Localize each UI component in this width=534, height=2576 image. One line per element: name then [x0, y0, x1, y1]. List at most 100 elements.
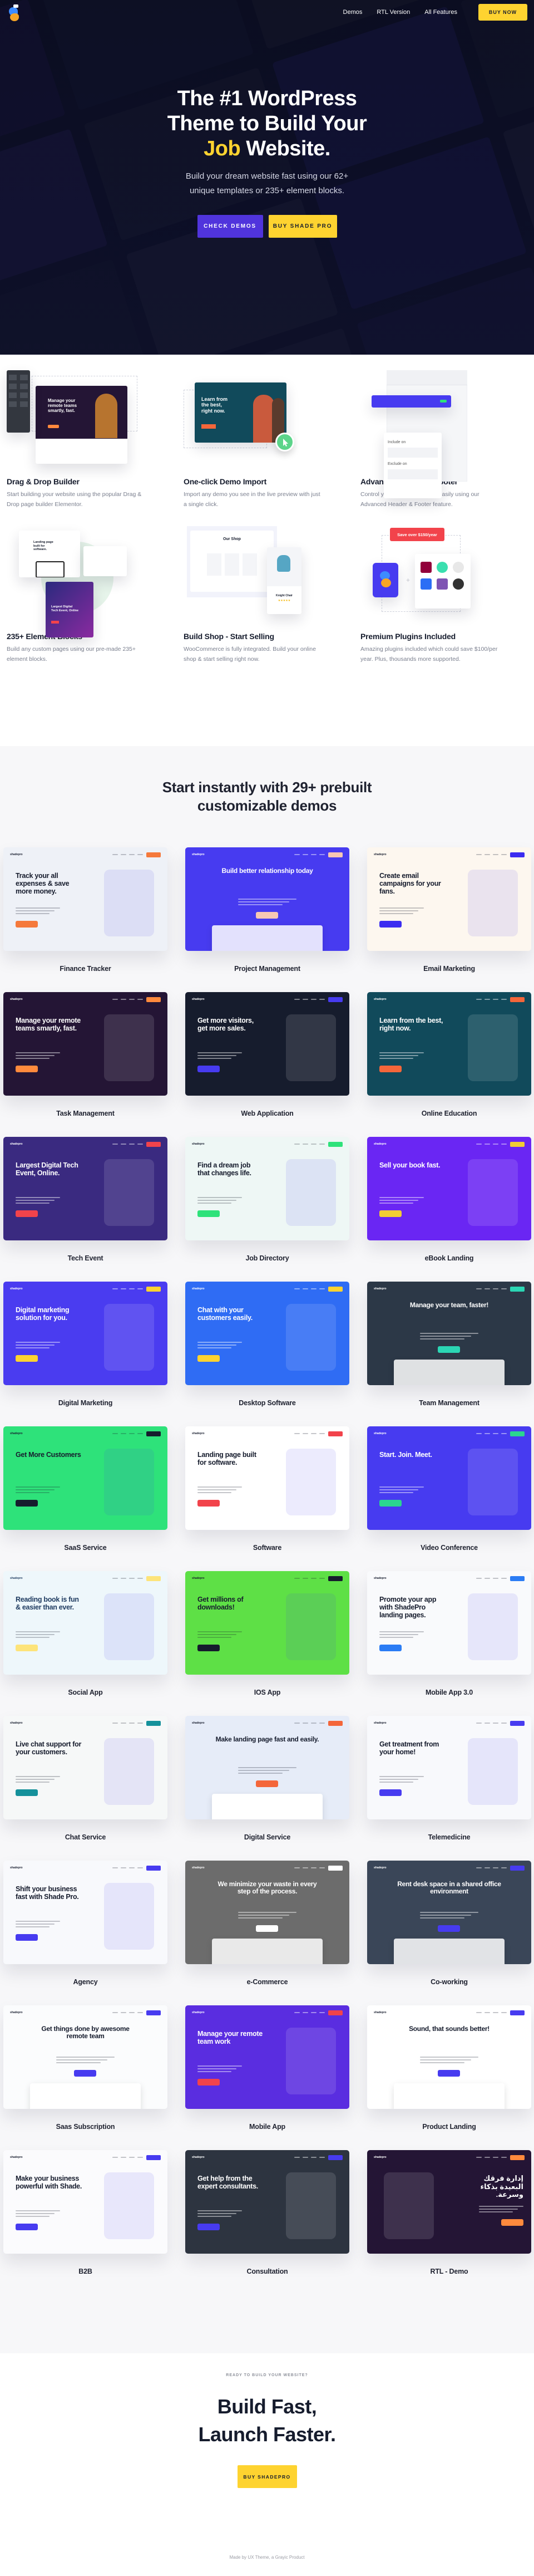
demo-thumbnail[interactable]: shadepro Build better relationship today [185, 847, 349, 951]
buy-now-button[interactable]: BUY NOW [478, 4, 527, 21]
demo-thumbnail[interactable]: shadepro Largest Digital Tech Event, Onli… [3, 1137, 167, 1240]
demo-label[interactable]: Telemedicine [367, 1833, 531, 1841]
demo-card[interactable]: shadepro Start. Join. Meet. Video Conferen… [367, 1426, 531, 1571]
demo-card[interactable]: shadepro Landing page built for software.… [185, 1426, 349, 1571]
demo-card[interactable]: shadepro Get help from the expert consult… [185, 2150, 349, 2295]
demo-thumbnail[interactable]: shadepro Track your all expenses & save m… [3, 847, 167, 951]
demo-card[interactable]: shadepro Get millions of downloads! IOS Ap… [185, 1571, 349, 1716]
demo-card[interactable]: shadepro We minimize your waste in every … [185, 1861, 349, 2005]
demo-card[interactable]: shadepro Make your business powerful with… [3, 2150, 167, 2295]
demo-thumbnail[interactable]: shadepro Create email campaigns for your … [367, 847, 531, 951]
nav-link-demos[interactable]: Demos [343, 9, 363, 16]
demo-card[interactable]: shadepro Get More Customers SaaS Service [3, 1426, 167, 1571]
demo-card[interactable]: shadepro Get more visitors, get more sale… [185, 992, 349, 1137]
demo-card[interactable]: shadepro Largest Digital Tech Event, Onli… [3, 1137, 167, 1282]
demo-thumbnail[interactable]: shadepro Start. Join. Meet. [367, 1426, 531, 1530]
demo-label[interactable]: Email Marketing [367, 965, 531, 973]
demo-thumbnail[interactable]: shadepro Promote your app with ShadePro l… [367, 1571, 531, 1675]
demo-thumbnail[interactable]: shadepro Manage your remote teams smartly… [3, 992, 167, 1096]
demo-thumbnail[interactable]: shadepro إدارة فرقك البعيدة بذكاء وسرعة. [367, 2150, 531, 2254]
demo-card[interactable]: shadepro Get things done by awesome remot… [3, 2005, 167, 2150]
demo-card[interactable]: shadepro Find a dream job that changes li… [185, 1137, 349, 1282]
demo-thumbnail[interactable]: shadepro Get things done by awesome remot… [3, 2005, 167, 2109]
demo-thumbnail[interactable]: shadepro Shift your business fast with Sh… [3, 1861, 167, 1964]
demo-card[interactable]: shadepro Manage your remote teams smartly… [3, 992, 167, 1137]
demo-thumbnail[interactable]: shadepro Get help from the expert consult… [185, 2150, 349, 2254]
demo-label[interactable]: SaaS Service [3, 1544, 167, 1552]
demo-card[interactable]: shadepro Track your all expenses & save m… [3, 847, 167, 992]
demo-card[interactable]: shadepro Create email campaigns for your … [367, 847, 531, 992]
demo-thumbnail[interactable]: shadepro Live chat support for your custo… [3, 1716, 167, 1819]
demo-label[interactable]: IOS App [185, 1689, 349, 1696]
demo-card[interactable]: shadepro Sell your book fast. eBook Landin… [367, 1137, 531, 1282]
demo-card[interactable]: shadepro Get treatment from your home! Tel… [367, 1716, 531, 1861]
demo-thumbnail[interactable]: shadepro Sell your book fast. [367, 1137, 531, 1240]
demo-label[interactable]: Task Management [3, 1110, 167, 1117]
check-demos-button[interactable]: CHECK DEMOS [197, 215, 263, 238]
demo-label[interactable]: Digital Marketing [3, 1399, 167, 1407]
demo-label[interactable]: B2B [3, 2268, 167, 2275]
demo-card[interactable]: shadepro Promote your app with ShadePro l… [367, 1571, 531, 1716]
demo-card[interactable]: shadepro Build better relationship today P… [185, 847, 349, 992]
demo-thumbnail[interactable]: shadepro Manage your remote team work [185, 2005, 349, 2109]
demo-label[interactable]: e-Commerce [185, 1978, 349, 1986]
demo-card[interactable]: shadepro Rent desk space in a shared offi… [367, 1861, 531, 2005]
demo-label[interactable]: eBook Landing [367, 1254, 531, 1262]
demo-card[interactable]: shadepro Reading book is fun & easier tha… [3, 1571, 167, 1716]
demo-card[interactable]: shadepro Sound, that sounds better! Produc… [367, 2005, 531, 2150]
demo-label[interactable]: Web Application [185, 1110, 349, 1117]
demo-card[interactable]: shadepro Make landing page fast and easil… [185, 1716, 349, 1861]
demo-label[interactable]: Job Directory [185, 1254, 349, 1262]
demos-title: Start instantly with 29+ prebuilt custom… [0, 778, 534, 815]
demo-thumbnail[interactable]: shadepro Find a dream job that changes li… [185, 1137, 349, 1240]
demo-card[interactable]: shadepro Shift your business fast with Sh… [3, 1861, 167, 2005]
demo-card[interactable]: shadepro Learn from the best, right now. O… [367, 992, 531, 1137]
nav-link-all-features[interactable]: All Features [424, 9, 457, 16]
demo-label[interactable]: Social App [3, 1689, 167, 1696]
demo-thumbnail[interactable]: shadepro Get more visitors, get more sale… [185, 992, 349, 1096]
demo-label[interactable]: Project Management [185, 965, 349, 973]
buy-shade-pro-button[interactable]: BUY SHADE PRO [268, 215, 337, 238]
demo-label[interactable]: Mobile App 3.0 [367, 1689, 531, 1696]
demo-thumbnail[interactable]: shadepro Manage your team, faster! [367, 1282, 531, 1385]
demo-label[interactable]: RTL - Demo [367, 2268, 531, 2275]
demo-label[interactable]: Mobile App [185, 2123, 349, 2131]
demo-card[interactable]: shadepro Manage your team, faster! Team Ma… [367, 1282, 531, 1426]
demo-label[interactable]: Chat Service [3, 1833, 167, 1841]
demo-thumbnail[interactable]: shadepro Landing page built for software. [185, 1426, 349, 1530]
demo-card[interactable]: shadepro Digital marketing solution for y… [3, 1282, 167, 1426]
demo-thumbnail[interactable]: shadepro Digital marketing solution for y… [3, 1282, 167, 1385]
demo-thumbnail[interactable]: shadepro Rent desk space in a shared offi… [367, 1861, 531, 1964]
demo-thumbnail[interactable]: shadepro Chat with your customers easily. [185, 1282, 349, 1385]
demo-label[interactable]: Desktop Software [185, 1399, 349, 1407]
demo-thumbnail[interactable]: shadepro Get treatment from your home! [367, 1716, 531, 1819]
demo-thumbnail[interactable]: shadepro Make your business powerful with… [3, 2150, 167, 2254]
buy-shadepro-button[interactable]: BUY SHADEPRO [237, 2465, 297, 2488]
demo-label[interactable]: Saas Subscription [3, 2123, 167, 2131]
demo-label[interactable]: Product Landing [367, 2123, 531, 2131]
demo-card[interactable]: shadepro Chat with your customers easily.… [185, 1282, 349, 1426]
demo-thumbnail[interactable]: shadepro Make landing page fast and easil… [185, 1716, 349, 1819]
demo-thumbnail[interactable]: shadepro Get millions of downloads! [185, 1571, 349, 1675]
demo-label[interactable]: Digital Service [185, 1833, 349, 1841]
demo-thumbnail[interactable]: shadepro Reading book is fun & easier tha… [3, 1571, 167, 1675]
nav-link-rtl-version[interactable]: RTL Version [377, 9, 410, 16]
demo-label[interactable]: Finance Tracker [3, 965, 167, 973]
demo-thumbnail[interactable]: shadepro We minimize your waste in every … [185, 1861, 349, 1964]
demo-label[interactable]: Co-working [367, 1978, 531, 1986]
demo-label[interactable]: Software [185, 1544, 349, 1552]
demo-card[interactable]: shadepro إدارة فرقك البعيدة بذكاء وسرعة. R… [367, 2150, 531, 2295]
demo-label[interactable]: Video Conference [367, 1544, 531, 1552]
demo-label[interactable]: Agency [3, 1978, 167, 1986]
demo-label[interactable]: Online Education [367, 1110, 531, 1117]
demo-thumbnail[interactable]: shadepro Get More Customers [3, 1426, 167, 1530]
demo-label[interactable]: Tech Event [3, 1254, 167, 1262]
demo-thumbnail[interactable]: shadepro Learn from the best, right now. [367, 992, 531, 1096]
demo-label[interactable]: Team Management [367, 1399, 531, 1407]
demo-card[interactable]: shadepro Live chat support for your custo… [3, 1716, 167, 1861]
demo-thumbnail[interactable]: shadepro Sound, that sounds better! [367, 2005, 531, 2109]
demo-card[interactable]: shadepro Manage your remote team work Mobi… [185, 2005, 349, 2150]
demo-hero-image [286, 1593, 336, 1660]
demo-label[interactable]: Consultation [185, 2268, 349, 2275]
shadepro-logo[interactable] [7, 4, 21, 23]
